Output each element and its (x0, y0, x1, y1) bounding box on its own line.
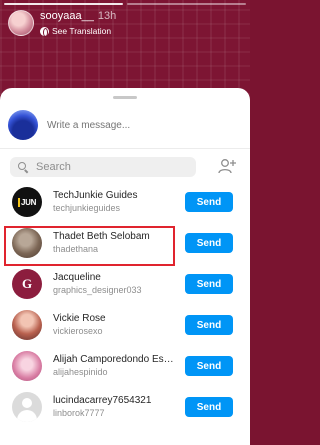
globe-icon (40, 26, 49, 37)
contact-name: Vickie Rose (53, 313, 106, 324)
contact-name: Alijah Camporedondo Espinido (53, 354, 179, 365)
contact-name: Thadet Beth Selobam (53, 231, 150, 242)
see-translation-button[interactable]: See Translation (40, 26, 116, 37)
default-avatar-icon (12, 392, 42, 422)
search-bar[interactable]: Search (10, 157, 196, 177)
contact-handle: vickierosexo (53, 326, 103, 336)
search-icon (18, 162, 28, 172)
message-input[interactable] (47, 119, 227, 131)
progress-segment (4, 3, 123, 5)
contact-row[interactable]: JUN TechJunkie Guides techjunkieguides S… (0, 181, 250, 222)
story-progress (4, 3, 246, 5)
send-button[interactable]: Send (185, 315, 233, 335)
contact-row[interactable]: G Jacqueline graphics_designer033 Send (0, 263, 250, 304)
avatar-body (17, 410, 37, 422)
see-translation-label: See Translation (52, 26, 112, 36)
contact-handle: thadethana (53, 244, 99, 254)
story-user-line: sooyaaa__ 13h (40, 10, 116, 23)
story-avatar[interactable] (8, 10, 34, 36)
story-thumbnail (8, 110, 38, 140)
message-row (8, 110, 227, 140)
contact-handle: alijahespinido (53, 367, 108, 377)
add-people-icon[interactable] (218, 158, 236, 174)
story-background: sooyaaa__ 13h See Translation (0, 0, 250, 95)
story-meta: sooyaaa__ 13h See Translation (40, 10, 116, 37)
search-placeholder: Search (36, 161, 71, 173)
drag-handle[interactable] (113, 96, 137, 99)
avatar-logo-text: JUN (17, 197, 36, 207)
avatar (12, 351, 42, 381)
story-time: 13h (97, 10, 117, 22)
avatar: G (12, 269, 42, 299)
avatar (12, 310, 42, 340)
contact-handle: techjunkieguides (53, 203, 121, 213)
story-username[interactable]: sooyaaa__ (40, 10, 94, 22)
contact-handle: linborok7777 (53, 408, 105, 418)
progress-segment (127, 3, 246, 5)
avatar-head (22, 398, 32, 408)
divider (0, 148, 250, 149)
contact-name: TechJunkie Guides (53, 190, 138, 201)
contact-row[interactable]: lucindacarrey7654321 linborok7777 Send (0, 386, 250, 427)
send-button[interactable]: Send (185, 274, 233, 294)
send-button[interactable]: Send (185, 233, 233, 253)
avatar (12, 228, 42, 258)
contact-row[interactable]: Alijah Camporedondo Espinido alijahespin… (0, 345, 250, 386)
share-sheet: Search JUN TechJunkie Guides techjunkieg… (0, 88, 250, 445)
contact-handle: graphics_designer033 (53, 285, 142, 295)
contact-name: Jacqueline (53, 272, 101, 283)
send-button[interactable]: Send (185, 397, 233, 417)
contact-list: JUN TechJunkie Guides techjunkieguides S… (0, 181, 250, 427)
send-button[interactable]: Send (185, 192, 233, 212)
contact-row[interactable]: Thadet Beth Selobam thadethana Send (0, 222, 250, 263)
avatar-initial: G (21, 276, 33, 291)
send-button[interactable]: Send (185, 356, 233, 376)
contact-name: lucindacarrey7654321 (53, 395, 152, 406)
avatar: JUN (12, 187, 42, 217)
story-header: sooyaaa__ 13h See Translation (8, 10, 116, 37)
contact-row[interactable]: Vickie Rose vickierosexo Send (0, 304, 250, 345)
